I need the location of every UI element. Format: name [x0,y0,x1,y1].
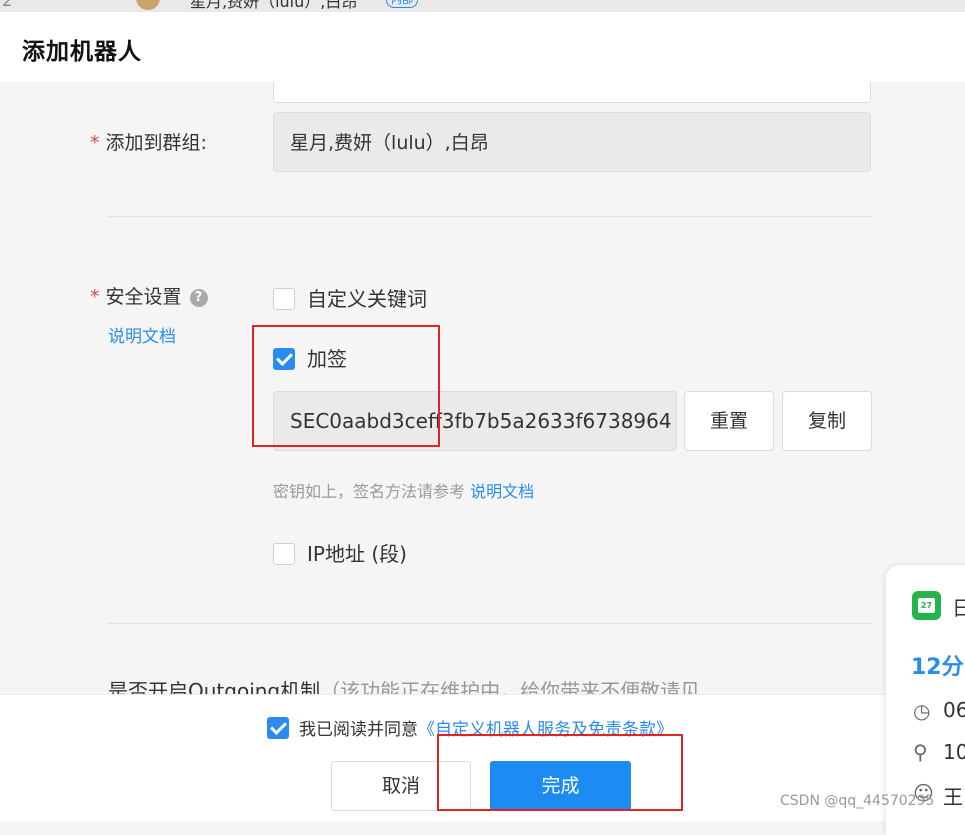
avatar [136,0,160,10]
secret-hint: 密钥如上，签名方法请参考 说明文档 [273,478,534,502]
divider [108,216,872,217]
agreement-row[interactable]: 我已阅读并同意《自定义机器人服务及免责条款》 [267,715,673,740]
secret-key-field[interactable]: SEC0aabd3ceff3fb7b5a2633f6738964 [273,391,677,451]
panel-time: 12分 [911,655,964,680]
calendar-day: 27 [918,598,935,613]
hint-doc-link[interactable]: 说明文档 [470,482,534,501]
panel-row-location: 10 [943,740,965,764]
checkbox-icon[interactable] [273,348,295,370]
unread-count: 2 [2,0,13,10]
signature-option[interactable]: 加签 [273,343,347,372]
checkbox-icon[interactable] [273,288,295,310]
custom-keywords-label: 自定义关键词 [307,287,427,311]
help-icon[interactable]: ? [189,289,208,307]
group-field: 星月,费妍（lulu）,白昂 [273,112,871,172]
outgoing-note: （该功能正在维护中，给你带来不便敬请见 [320,679,701,694]
panel-row-person: 王 [943,785,963,809]
dialog-footer: 我已阅读并同意《自定义机器人服务及免责条款》 取消 完成 [0,694,886,821]
required-mark: * [90,132,100,154]
reset-button[interactable]: 重置 [684,391,774,451]
panel-row-time: 06 [943,698,965,722]
clock-icon: ◷ [913,699,931,723]
robot-form[interactable]: * 添加到群组: 星月,费妍（lulu）,白昂 * 安全设置? 说明文档 自定义关键… [0,82,886,694]
outgoing-option[interactable]: 是否开启Outgoing机制（该功能正在维护中，给你带来不便敬请见 [108,675,700,694]
add-to-group-label: * 添加到群组: [90,128,207,155]
agreement-text: 我已阅读并同意 [299,720,418,740]
robot-name-input[interactable] [273,82,871,103]
menu-icon [76,0,98,2]
copy-button[interactable]: 复制 [782,391,872,451]
doc-link[interactable]: 说明文档 [108,322,176,347]
divider [108,623,872,624]
dialog-header: 添加机器人 [0,12,965,82]
panel-title: 日 [952,596,965,620]
ip-address-label: IP地址 (段) [307,542,407,566]
calendar-icon: 27 [912,591,941,620]
custom-keywords-option[interactable]: 自定义关键词 [273,283,427,312]
add-to-group-label-text: 添加到群组: [105,132,207,154]
security-settings-label-text: 安全设置 [105,286,182,308]
signature-label: 加签 [307,347,347,371]
cancel-button[interactable]: 取消 [331,761,471,811]
outgoing-label: 是否开启Outgoing机制 [108,679,321,694]
dialog-title: 添加机器人 [22,39,142,65]
background-chat-header: 2 星月,费妍（lulu）,白昂 内部 [0,0,965,12]
location-icon: ⚲ [913,740,928,764]
secret-hint-text: 密钥如上，签名方法请参考 [273,482,466,501]
checkbox-icon[interactable] [273,543,295,565]
done-button[interactable]: 完成 [490,761,631,811]
ip-address-option[interactable]: IP地址 (段) [273,538,407,567]
watermark: CSDN @qq_44570295 [780,793,935,809]
status-badge: 内部 [386,0,418,8]
security-settings-label: * 安全设置? [90,282,208,309]
terms-link[interactable]: 《自定义机器人服务及免责条款》 [418,720,673,740]
chat-title: 星月,费妍（lulu）,白昂 [190,0,358,11]
checkbox-icon[interactable] [267,717,289,739]
required-mark: * [90,286,100,308]
